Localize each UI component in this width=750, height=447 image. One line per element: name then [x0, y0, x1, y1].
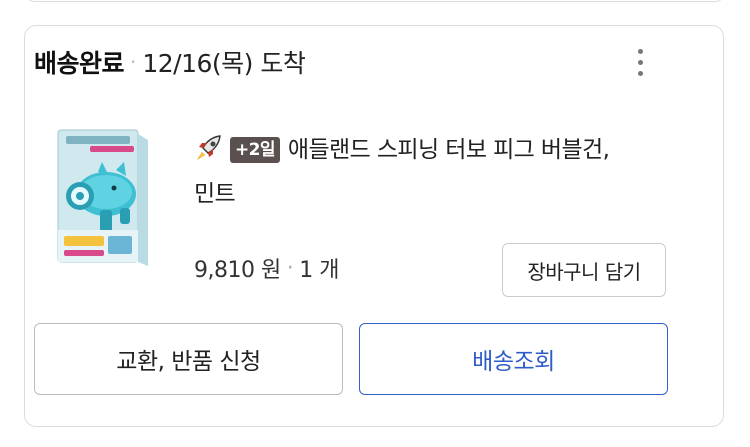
track-delivery-button[interactable]: 배송조회 [359, 323, 668, 395]
product-quantity: 1 개 [299, 258, 339, 283]
product-info: +2일 애들랜드 스피닝 터보 피그 버블건, 민트 [194, 128, 668, 216]
exchange-return-button[interactable]: 교환, 반품 신청 [34, 323, 343, 395]
product-option[interactable]: 민트 [194, 172, 668, 216]
product-thumbnail[interactable] [50, 126, 152, 274]
header-separator: · [130, 50, 137, 74]
arrival-date: 12/16(목) 도착 [142, 49, 306, 78]
delivery-badge: +2일 [230, 137, 280, 163]
previous-order-card [24, 0, 726, 2]
product-title: 애들랜드 스피닝 터보 피그 버블건, [287, 137, 610, 163]
product-title-line[interactable]: +2일 애들랜드 스피닝 터보 피그 버블건, [194, 128, 668, 172]
product-price: 9,810 원 [194, 258, 281, 283]
order-header: 배송완료 · 12/16(목) 도착 [34, 44, 306, 80]
more-options-icon[interactable] [626, 44, 654, 80]
price-separator: · [286, 255, 294, 281]
delivery-status: 배송완료 [34, 49, 125, 78]
rocket-delivery-icon [197, 135, 221, 160]
add-to-cart-button[interactable]: 장바구니 담기 [502, 243, 666, 297]
price-quantity: 9,810 원 · 1 개 [194, 252, 339, 284]
